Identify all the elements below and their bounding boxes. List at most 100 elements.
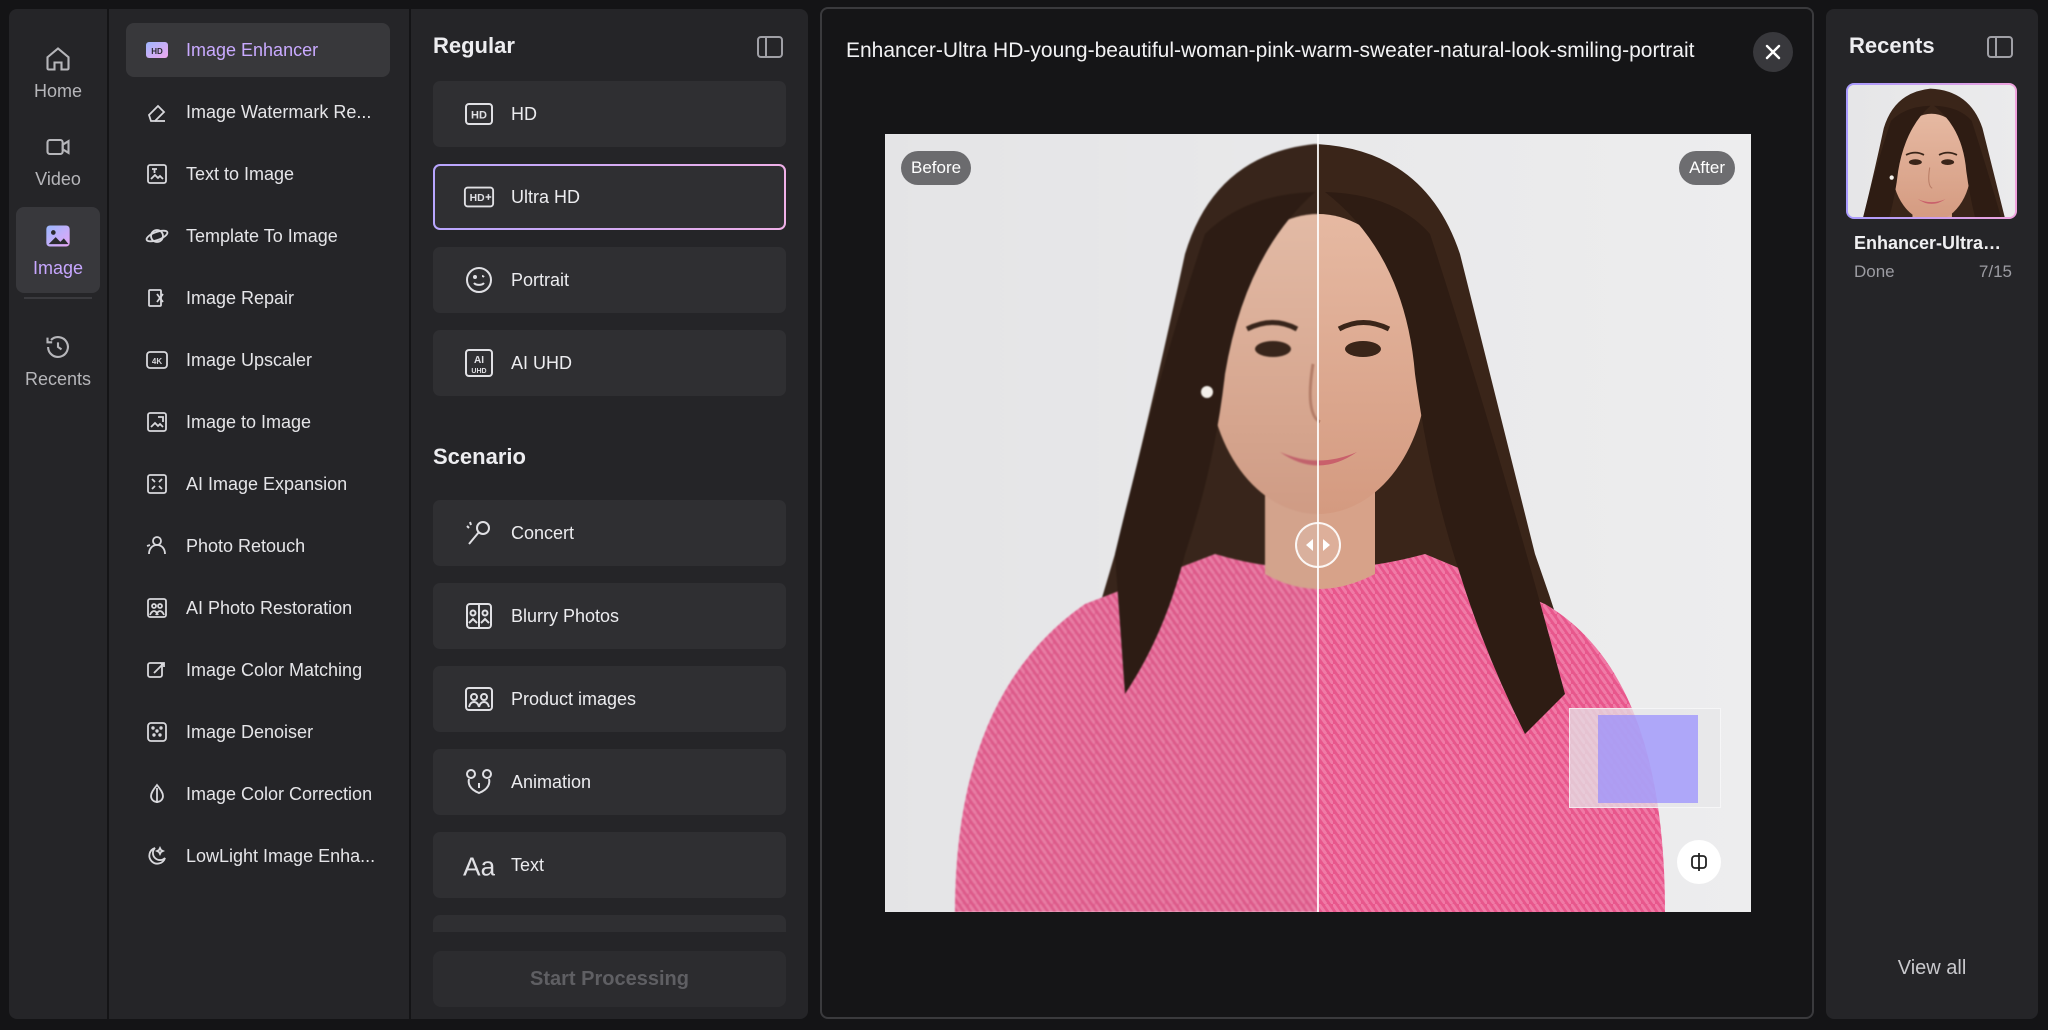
option-label: Ultra HD	[511, 186, 581, 207]
option-label: Text	[511, 854, 545, 875]
collapse-panel-icon[interactable]	[757, 36, 783, 58]
option-blurry-photos[interactable]: Blurry Photos	[433, 583, 786, 649]
history-icon	[46, 335, 69, 358]
text-aa-icon: Aa	[463, 849, 495, 881]
tool-image-enhancer[interactable]: HD Image Enhancer	[126, 23, 390, 77]
start-processing-button[interactable]: Start Processing	[433, 951, 786, 1007]
tool-image-to-image[interactable]: Image to Image	[126, 395, 390, 449]
tool-label: Image to Image	[186, 411, 312, 432]
drag-arrows-icon	[1306, 539, 1330, 551]
svg-text:4K: 4K	[152, 357, 162, 366]
option-portrait[interactable]: Portrait	[433, 247, 786, 313]
option-label: AI UHD	[511, 352, 573, 373]
tool-label: Image Watermark Re...	[186, 101, 372, 122]
option-label: Concert	[511, 522, 575, 543]
nav-item-image[interactable]: Image	[16, 207, 100, 293]
product-icon	[463, 683, 495, 715]
home-icon	[46, 46, 70, 71]
tool-image-color-correction[interactable]: Image Color Correction	[126, 767, 390, 821]
before-label: Before	[901, 151, 972, 185]
preview-panel: Enhancer-Ultra HD-young-beautiful-woman-…	[820, 7, 1814, 1019]
option-ultra-hd[interactable]: HD Ultra HD	[433, 164, 786, 230]
tool-ai-photo-restoration[interactable]: AI Photo Restoration	[126, 581, 390, 635]
color-correction-icon	[144, 781, 170, 807]
ai-uhd-icon: AI UHD	[463, 347, 495, 379]
tool-label: Photo Retouch	[186, 535, 306, 556]
svg-text:AI: AI	[474, 355, 484, 366]
moon-icon	[144, 843, 170, 869]
tool-label: Template To Image	[186, 225, 338, 246]
hd-icon: HD	[463, 98, 495, 130]
nav-label-image: Image	[32, 257, 84, 278]
nav-label-video: Video	[35, 168, 81, 189]
svg-text:Aa: Aa	[463, 851, 495, 880]
tool-label: Text to Image	[186, 163, 295, 184]
section-heading-scenario: Scenario	[433, 444, 526, 469]
before-after-compare[interactable]: Before After	[885, 134, 1751, 912]
minimap-viewport[interactable]	[1598, 715, 1698, 803]
tool-photo-retouch[interactable]: Photo Retouch	[126, 519, 390, 573]
animation-icon	[463, 766, 495, 798]
option-product-images[interactable]: Product images	[433, 666, 786, 732]
collapse-recents-icon[interactable]	[1987, 36, 2013, 58]
recent-thumbnail-image	[1848, 85, 2015, 217]
microphone-icon	[463, 517, 495, 549]
option-label: HD	[511, 103, 537, 124]
before-image	[885, 134, 1318, 912]
repair-icon	[144, 285, 170, 311]
color-match-icon	[144, 657, 170, 683]
enhancer-options-panel: Regular HD HD HD Ultra HD Portrait AI UHD…	[411, 9, 808, 1019]
option-animation[interactable]: Animation	[433, 749, 786, 815]
hd-plus-icon: HD	[463, 181, 495, 213]
tool-template-to-image[interactable]: Template To Image	[126, 209, 390, 263]
tool-image-repair[interactable]: Image Repair	[126, 271, 390, 325]
compare-slider-handle[interactable]	[1295, 522, 1341, 568]
recents-title: Recents	[1849, 33, 1935, 58]
tool-label: Image Enhancer	[186, 39, 319, 60]
tool-label: Image Color Correction	[186, 783, 373, 804]
after-label: After	[1679, 151, 1735, 185]
nav-rail: Home Video Image Recents	[9, 9, 107, 1019]
hd-badge-icon: HD	[144, 37, 170, 63]
nav-item-home[interactable]: Home	[16, 31, 100, 115]
text-image-icon	[144, 161, 170, 187]
tool-label: Image Color Matching	[186, 659, 363, 680]
section-heading-regular: Regular	[433, 33, 515, 58]
tool-text-to-image[interactable]: Text to Image	[126, 147, 390, 201]
nav-item-recents[interactable]: Recents	[16, 319, 100, 403]
4k-icon: 4K	[144, 347, 170, 373]
option-ai-uhd[interactable]: AI UHD AI UHD	[433, 330, 786, 396]
nav-label-home: Home	[33, 80, 82, 101]
tool-label: Image Repair	[186, 287, 295, 308]
tool-image-watermark-remover[interactable]: Image Watermark Re...	[126, 85, 390, 139]
option-concert[interactable]: Concert	[433, 500, 786, 566]
compare-toggle-button[interactable]	[1677, 840, 1721, 884]
close-button[interactable]	[1753, 32, 1793, 72]
eraser-icon	[144, 99, 170, 125]
option-label: Animation	[511, 771, 592, 792]
view-all-link[interactable]: View all	[1826, 957, 2038, 980]
tool-image-upscaler[interactable]: 4K Image Upscaler	[126, 333, 390, 387]
recent-thumbnail[interactable]	[1846, 83, 2017, 219]
video-icon	[46, 138, 70, 155]
nav-item-video[interactable]: Video	[16, 119, 100, 203]
close-icon	[1765, 44, 1781, 60]
tool-label: AI Image Expansion	[186, 473, 348, 494]
portrait-icon	[463, 264, 495, 296]
split-view-icon	[1691, 853, 1707, 871]
zoom-minimap[interactable]	[1569, 708, 1721, 808]
tool-ai-image-expansion[interactable]: AI Image Expansion	[126, 457, 390, 511]
option-more[interactable]	[433, 915, 786, 932]
option-hd[interactable]: HD HD	[433, 81, 786, 147]
scenario-list[interactable]: Concert Blurry Photos Product images Ani…	[433, 492, 786, 932]
tool-label: Image Denoiser	[186, 721, 314, 742]
image-to-image-icon	[144, 409, 170, 435]
option-text[interactable]: Aa Text	[433, 832, 786, 898]
tool-image-color-matching[interactable]: Image Color Matching	[126, 643, 390, 697]
tool-lowlight-image-enhancer[interactable]: LowLight Image Enha...	[126, 829, 390, 883]
nav-label-recents: Recents	[24, 368, 92, 389]
tool-label: LowLight Image Enha...	[186, 845, 376, 866]
tool-image-denoiser[interactable]: Image Denoiser	[126, 705, 390, 759]
recent-item-status: Done	[1854, 262, 1895, 281]
template-icon	[144, 223, 170, 249]
